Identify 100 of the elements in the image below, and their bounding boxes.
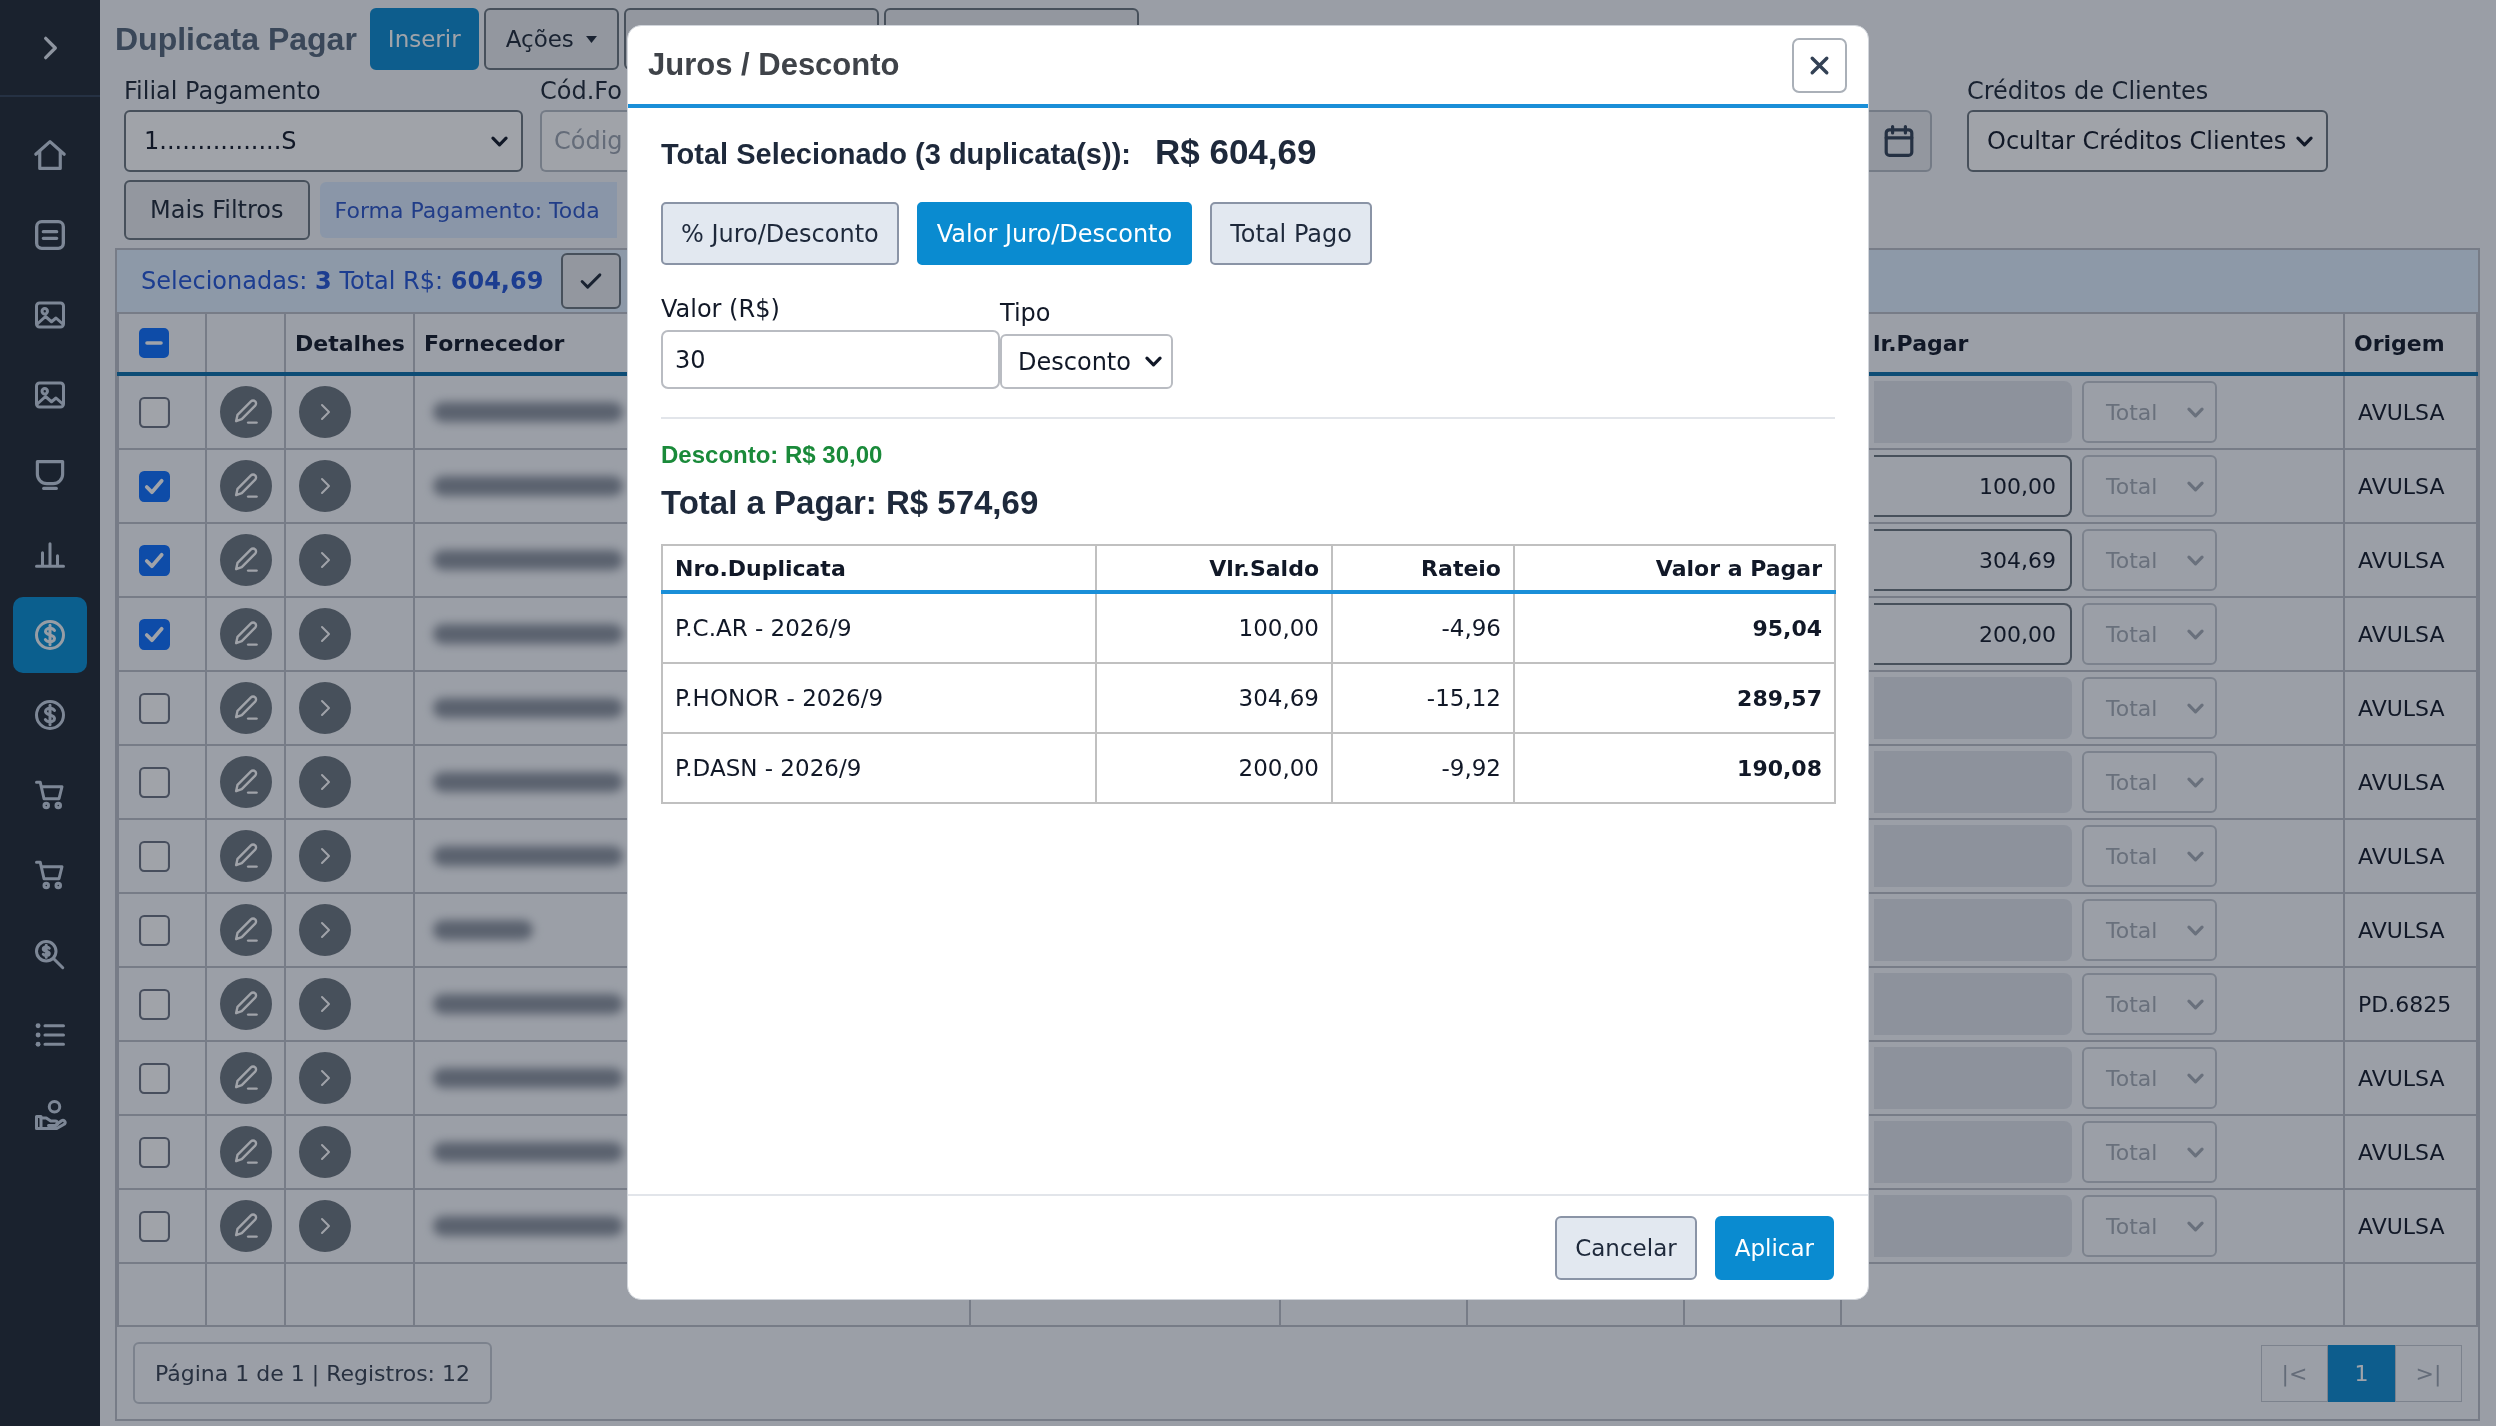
edit-button[interactable]	[220, 460, 272, 512]
edit-button[interactable]	[220, 608, 272, 660]
table-cell: -9,92	[1332, 733, 1514, 803]
amount-field[interactable]: 304,69	[1874, 529, 2072, 591]
edit-button[interactable]	[220, 1052, 272, 1104]
cart-icon	[35, 860, 65, 890]
bar-chart-icon	[35, 540, 65, 570]
close-button[interactable]	[1792, 37, 1847, 93]
chevron-right-icon	[320, 996, 330, 1012]
amount-field[interactable]: 100,00	[1874, 455, 2072, 517]
cancel-button[interactable]: Cancelar	[1555, 1215, 1697, 1280]
summary-value: R$ 604,69	[1154, 132, 1317, 172]
edit-button[interactable]	[220, 1126, 272, 1178]
caret-icon	[585, 35, 597, 43]
chevron-right-icon	[320, 848, 330, 864]
pencil-icon	[234, 474, 258, 498]
selection-summary: Selecionadas: 3 Total R$: 604,69	[141, 267, 544, 295]
checkbox[interactable]	[139, 988, 170, 1020]
edit-button[interactable]	[220, 756, 272, 808]
confirm-button[interactable]	[561, 253, 622, 309]
display-icon	[35, 460, 65, 490]
image-icon	[35, 300, 65, 330]
checkbox[interactable]	[139, 470, 170, 502]
table-cell: AVULSA	[2344, 1041, 2477, 1115]
list-icon	[35, 1020, 65, 1050]
dropdown[interactable]: Desconto	[1000, 334, 1173, 389]
details-button[interactable]	[299, 682, 351, 734]
check-icon	[581, 273, 602, 289]
table-cell: 95,04	[1514, 592, 1835, 663]
pencil-icon	[234, 1066, 258, 1090]
checkbox[interactable]	[139, 914, 170, 946]
edit-button[interactable]	[220, 978, 272, 1030]
toggle-button[interactable]: Total Pago	[1210, 202, 1372, 265]
chevron-right-icon	[320, 404, 330, 420]
details-button[interactable]	[299, 1200, 351, 1252]
checkbox[interactable]	[139, 618, 170, 650]
pencil-icon	[234, 992, 258, 1016]
pencil-icon	[234, 1140, 258, 1164]
details-button[interactable]	[299, 978, 351, 1030]
checkbox[interactable]	[139, 692, 170, 724]
chevron-right-icon	[320, 626, 330, 642]
column-header: Valor a Pagar	[1514, 545, 1835, 592]
edit-button[interactable]	[220, 682, 272, 734]
insert-button[interactable]: Inserir	[369, 8, 479, 70]
edit-button[interactable]	[220, 904, 272, 956]
pencil-icon	[234, 548, 258, 572]
dollar-circle-icon	[35, 620, 65, 650]
page-summary: Página 1 de 1 | Registros: 12	[133, 1342, 492, 1404]
dropdown[interactable]: 1................S	[124, 110, 523, 172]
chevron-right-icon	[320, 700, 330, 716]
more-filters-button[interactable]: Mais Filtros	[124, 180, 310, 240]
pencil-icon	[234, 844, 258, 868]
chevron-right-icon	[320, 1070, 330, 1086]
details-button[interactable]	[299, 1052, 351, 1104]
cart-icon	[35, 780, 65, 810]
checkbox[interactable]	[139, 1136, 170, 1168]
edit-button[interactable]	[220, 534, 272, 586]
chevron-down-icon	[2188, 1073, 2203, 1083]
edit-button[interactable]	[220, 1200, 272, 1252]
details-button[interactable]	[299, 534, 351, 586]
details-button[interactable]	[299, 904, 351, 956]
table-cell: AVULSA	[2344, 1189, 2477, 1263]
modal-title: Juros / Desconto	[648, 47, 900, 83]
sidebar-item[interactable]	[13, 597, 87, 673]
dropdown[interactable]: Ocultar Créditos Clientes	[1967, 110, 2328, 172]
details-button[interactable]	[299, 1126, 351, 1178]
chevron-down-icon	[492, 136, 507, 146]
chevron-down-icon	[2188, 703, 2203, 713]
checkbox[interactable]	[139, 1062, 170, 1094]
apply-button[interactable]: Aplicar	[1714, 1215, 1834, 1280]
edit-button[interactable]	[220, 830, 272, 882]
actions-menu-button[interactable]: Ações	[483, 8, 619, 70]
edit-button[interactable]	[220, 386, 272, 438]
total-text: Total a Pagar: R$ 574,69	[661, 484, 1040, 522]
checkbox[interactable]	[139, 544, 170, 576]
input-field[interactable]: 30	[661, 330, 1000, 389]
input-field[interactable]: Códig	[540, 110, 627, 172]
close-icon	[1811, 56, 1828, 74]
page-title: Duplicata Pagar	[115, 20, 357, 58]
filter-chip[interactable]: Forma Pagamento: Toda	[319, 182, 617, 238]
table-cell: 304,69	[1096, 663, 1332, 733]
checkbox[interactable]	[139, 328, 169, 358]
chevron-right-icon	[320, 1144, 330, 1160]
checkbox[interactable]	[139, 396, 170, 428]
checkbox[interactable]	[139, 840, 170, 872]
chevron-down-icon	[2188, 629, 2203, 639]
checkbox[interactable]	[139, 1210, 170, 1242]
hand-coin-icon	[35, 1100, 65, 1130]
table-cell: -4,96	[1332, 592, 1514, 663]
toggle-button[interactable]: Valor Juro/Desconto	[916, 202, 1193, 265]
details-button[interactable]	[299, 756, 351, 808]
checkbox[interactable]	[139, 766, 170, 798]
details-button[interactable]	[299, 386, 351, 438]
table-cell: P.C.AR - 2026/9	[662, 592, 1096, 663]
details-button[interactable]	[299, 460, 351, 512]
details-button[interactable]	[299, 830, 351, 882]
toggle-button[interactable]: % Juro/Desconto	[661, 202, 899, 265]
details-button[interactable]	[299, 608, 351, 660]
page-button[interactable]: 1	[2328, 1344, 2395, 1402]
amount-field[interactable]: 200,00	[1874, 603, 2072, 665]
